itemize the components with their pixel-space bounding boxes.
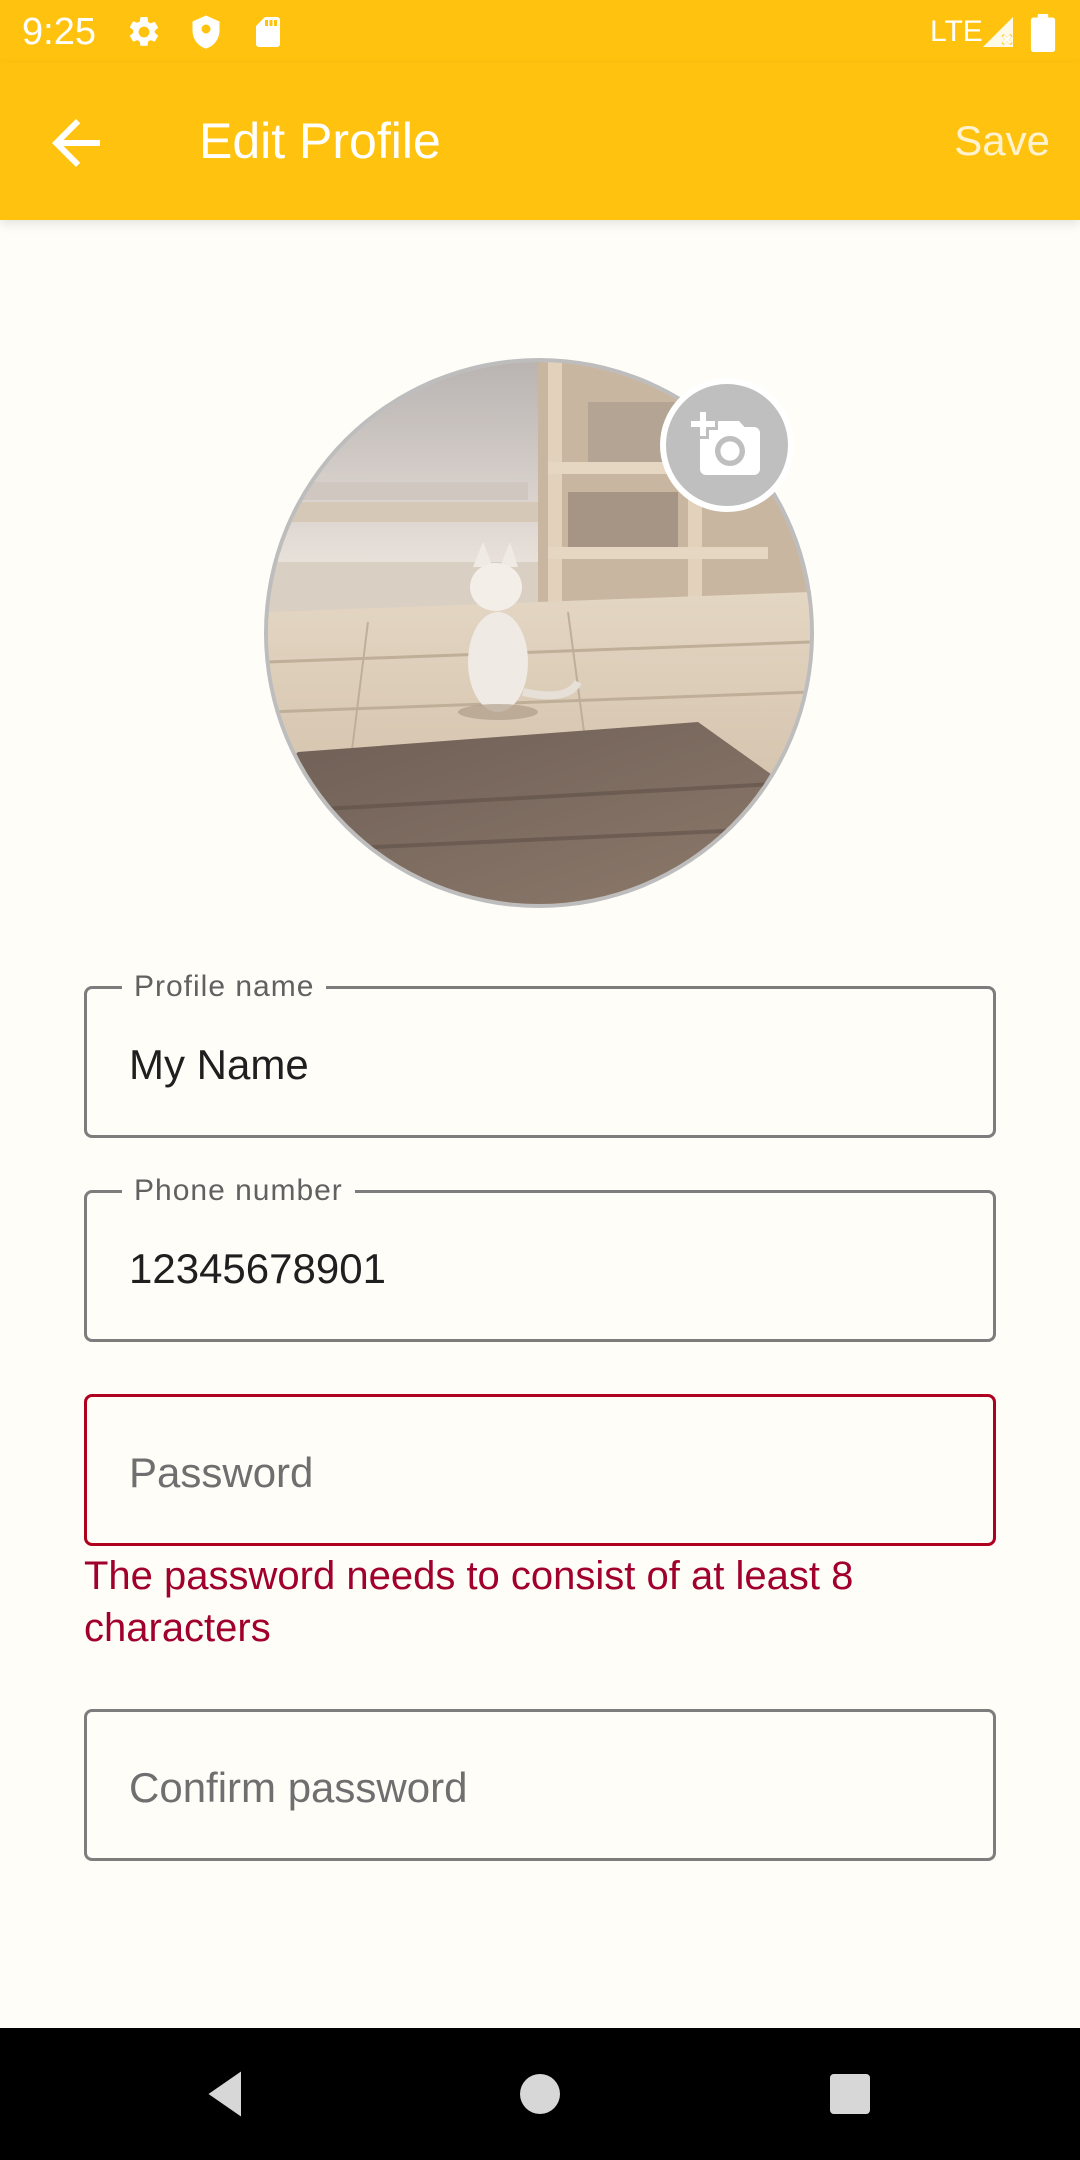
nav-back-button[interactable] [196,2064,256,2124]
phone-number-field[interactable]: Phone number 12345678901 [84,1173,996,1342]
password-error-text: The password needs to consist of at leas… [84,1554,854,1650]
confirm-password-field[interactable]: Confirm password [84,1709,996,1861]
back-button[interactable] [40,107,112,179]
profile-name-label: Profile name [122,969,327,1005]
recents-square-icon [830,2074,870,2114]
phone-number-label: Phone number [122,1173,355,1209]
page-title: Edit Profile [199,113,441,169]
nav-home-button[interactable] [510,2064,570,2124]
back-triangle-icon [208,2071,241,2117]
home-circle-icon [520,2074,560,2114]
status-time: 9:25 [22,11,96,53]
confirm-password-placeholder: Confirm password [129,1764,468,1811]
nav-recents-button[interactable] [820,2064,880,2124]
signal-icon [980,14,1016,50]
system-nav-bar [0,2028,1080,2160]
battery-icon [1030,14,1056,53]
shield-icon [188,14,224,50]
password-placeholder: Password [129,1449,314,1496]
settings-icon [126,14,162,50]
app-bar: Edit Profile Save [0,63,1080,220]
profile-name-value: My Name [129,1041,309,1088]
save-button[interactable]: Save [954,115,1050,167]
profile-name-field[interactable]: Profile name My Name [84,969,996,1138]
change-photo-button[interactable] [660,378,794,512]
phone-number-value: 12345678901 [129,1245,386,1292]
sd-card-icon [250,14,286,50]
status-bar: 9:25 LTE [0,0,1080,63]
password-field[interactable]: Password [84,1394,996,1546]
network-type: LTE [930,15,983,48]
arrow-back-icon [52,119,100,167]
add-photo-camera-icon [691,412,760,475]
